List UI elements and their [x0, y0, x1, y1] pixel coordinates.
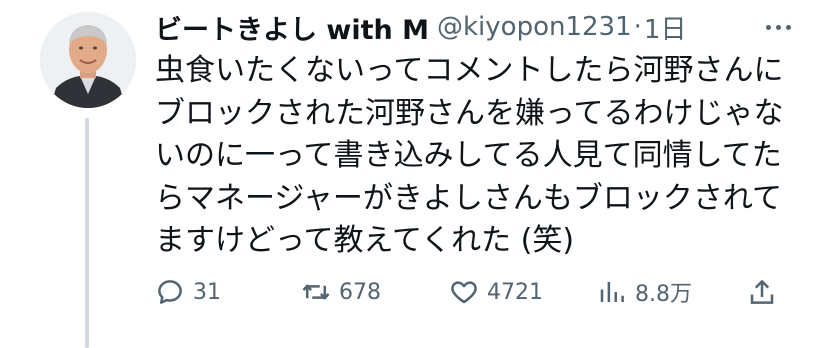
user-avatar[interactable]	[40, 12, 136, 108]
views-bar-chart-icon	[600, 282, 624, 302]
retweet-icon	[302, 284, 330, 300]
tweet-text-line: ますけどって教えてくれた (笑)	[155, 223, 575, 258]
header-separator: ·	[633, 12, 642, 42]
tweet-text-line: 虫食いたくないってコメントしたら河野さんに	[155, 53, 784, 88]
like-button[interactable]: 4721	[449, 272, 543, 312]
tweet-text-line: らマネージャーがきよしさんもブロックされて	[155, 180, 782, 216]
tweet-header: ビートきよし with M @kiyopon1231 · 1日	[155, 8, 798, 46]
reply-bubble-icon	[158, 280, 182, 304]
tweet-timestamp[interactable]: 1日	[644, 9, 687, 46]
share-icon	[750, 280, 774, 304]
tweet-text-line: ブロックされた河野さんを嫌ってるわけじゃな	[155, 95, 784, 131]
display-name[interactable]: ビートきよし with M	[155, 8, 429, 47]
tweet-text-line: いのに一って書き込みしてる人見て同情してた	[155, 138, 782, 173]
tweet-actions-bar: 31 678 4721 8.8万	[155, 272, 785, 312]
share-button[interactable]	[747, 272, 777, 312]
reply-count: 31	[193, 279, 221, 305]
reply-button[interactable]: 31	[155, 272, 221, 312]
retweet-button[interactable]: 678	[301, 272, 381, 312]
like-count: 4721	[487, 279, 543, 305]
avatar-photo	[40, 12, 136, 108]
views-button[interactable]: 8.8万	[597, 272, 692, 312]
user-handle[interactable]: @kiyopon1231	[437, 12, 632, 42]
retweet-count: 678	[339, 279, 381, 305]
more-dots-icon[interactable]	[758, 10, 798, 44]
views-count: 8.8万	[635, 282, 692, 307]
tweet-text: 虫食いたくないってコメントしたら河野さんに ブロックされた河野さんを嫌ってるわけ…	[155, 50, 805, 263]
heart-icon	[451, 281, 477, 304]
thread-connector-line	[85, 118, 89, 348]
